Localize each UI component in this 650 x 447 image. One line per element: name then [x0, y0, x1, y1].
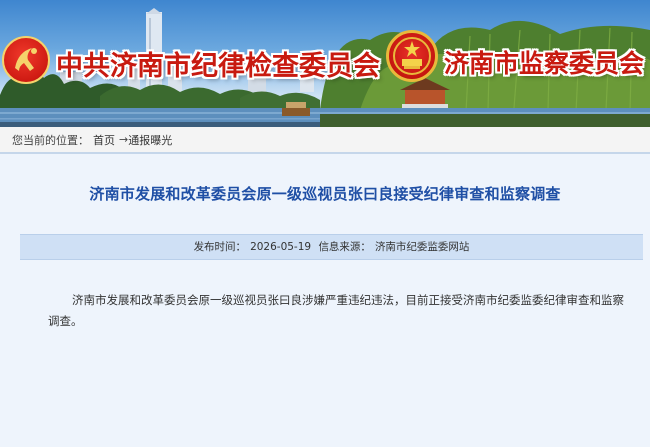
breadcrumb-prefix: 您当前的位置：	[12, 133, 89, 147]
banner-right-title: 济南市监察委员会	[444, 49, 645, 78]
article-title: 济南市发展和改革委员会原一级巡视员张曰良接受纪律审查和监察调查	[89, 185, 561, 203]
source-value: 济南市纪委监委网站	[374, 241, 470, 253]
publish-date: 2026-05-19	[250, 241, 312, 253]
header-banner: 中共济南市纪律检查委员会 济南市监察委员会	[0, 0, 650, 127]
party-emblem-icon	[2, 36, 50, 84]
breadcrumb: 您当前的位置： 首页 → 通报曝光	[0, 127, 650, 154]
breadcrumb-home-link[interactable]: 首页	[93, 132, 115, 148]
breadcrumb-current-link[interactable]: 通报曝光	[128, 132, 172, 148]
state-emblem-icon	[386, 30, 438, 82]
publish-label: 发布时间：	[193, 241, 247, 253]
breadcrumb-arrow: →	[119, 133, 129, 146]
article-body: 济南市发展和改革委员会原一级巡视员张曰良涉嫌严重违纪违法，目前正接受济南市纪委监…	[48, 293, 624, 328]
banner-left-title: 中共济南市纪律检查委员会	[56, 51, 380, 82]
article-meta: 发布时间： 2026-05-19 信息来源： 济南市纪委监委网站	[20, 234, 643, 260]
source-label: 信息来源：	[318, 241, 371, 253]
